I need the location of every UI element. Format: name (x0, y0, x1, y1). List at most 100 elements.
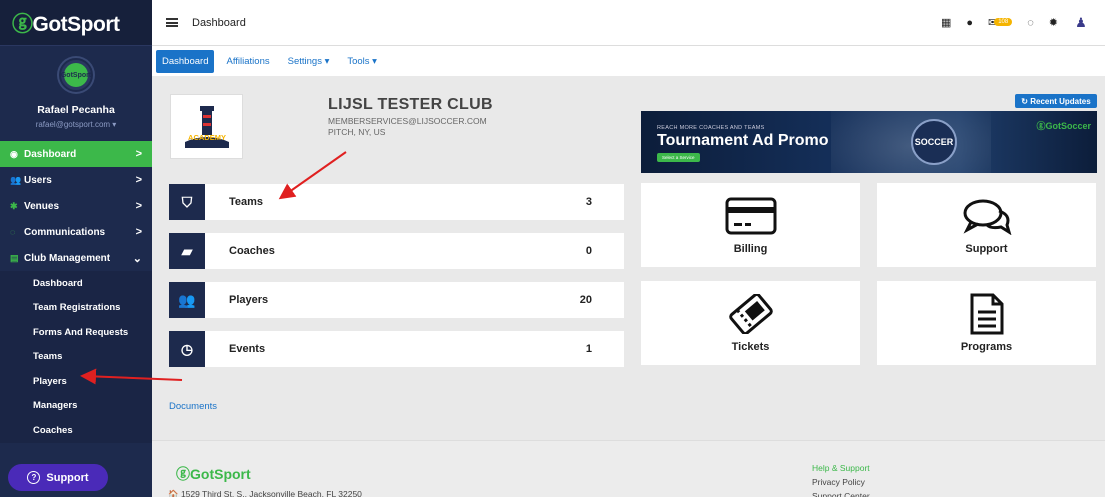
tab-settings[interactable]: Settings ▾ (282, 50, 336, 73)
avatar[interactable]: GotSport (59, 58, 93, 92)
tab-bar: Dashboard Affiliations Settings ▾ Tools … (152, 46, 1105, 76)
documents-link[interactable]: Documents (169, 401, 217, 412)
club-management-submenu: Dashboard Team Registrations Forms And R… (0, 271, 152, 443)
gotsport-logo[interactable]: ⓖGotSport (12, 8, 120, 38)
dashboard-icon: ◉ (10, 148, 18, 159)
lighthouse-logo-icon: ACADEMY (184, 105, 229, 148)
club-logo-text: ACADEMY (188, 133, 226, 142)
submenu-item-team-registrations[interactable]: Team Registrations (0, 296, 152, 321)
notebook-icon: ▰ (169, 233, 205, 269)
support-card[interactable]: Support (877, 183, 1096, 267)
footer-links: Help & Support Privacy Policy Support Ce… (812, 461, 870, 497)
ticket-icon (725, 291, 777, 337)
sidebar-item-label: Club Management (24, 252, 111, 264)
sidebar-item-users[interactable]: 👥 Users > (0, 167, 152, 193)
chevron-right-icon: > (135, 174, 142, 186)
submenu-item-forms-and-requests[interactable]: Forms And Requests (0, 320, 152, 345)
ad-select-service-button[interactable]: Select a Service (657, 153, 700, 162)
sidebar-item-communications[interactable]: ◌ Communications > (0, 219, 152, 245)
sidebar-nav: ◉ Dashboard > 👥 Users > ✱ Venues > ◌ Com… (0, 141, 152, 443)
card-label: Support (965, 243, 1008, 255)
mail-icon[interactable]: ✉108 (988, 16, 1013, 29)
sidebar-item-label: Communications (24, 226, 106, 238)
stat-label: Players (229, 294, 269, 306)
credit-card-icon (725, 193, 777, 239)
soccer-championship-badge: SOCCER (911, 119, 957, 165)
club-email: MEMBERSERVICES@LIJSOCCER.COM (328, 116, 487, 126)
submenu-item-dashboard[interactable]: Dashboard (0, 271, 152, 296)
ad-headline: Tournament Ad Promo (657, 132, 829, 149)
topbar: Dashboard ▦ ● ✉108 ◌ ✹ ♟ (152, 0, 1105, 46)
stat-value: 0 (585, 245, 592, 257)
avatar-label: GotSport (61, 63, 91, 87)
stat-row-coaches[interactable]: ▰ Coaches 0 (169, 233, 624, 269)
sidebar-item-venues[interactable]: ✱ Venues > (0, 193, 152, 219)
help-icon: ? (27, 471, 41, 484)
sidebar-item-label: Users (24, 174, 52, 186)
footer-address: 🏠 1529 Third St. S., Jacksonville Beach,… (168, 489, 362, 497)
tab-tools[interactable]: Tools ▾ (341, 50, 383, 73)
submenu-item-players[interactable]: Players (0, 369, 152, 394)
sidebar-item-label: Venues (24, 200, 60, 212)
submenu-item-managers[interactable]: Managers (0, 394, 152, 419)
programs-card[interactable]: Programs (877, 281, 1096, 365)
shield-icon: ⛉ (169, 184, 205, 220)
support-button[interactable]: ? Support (8, 464, 108, 491)
gotsoccer-brand: ⓖGotSoccer (1036, 121, 1091, 131)
stat-row-players[interactable]: 👥 Players 20 (169, 282, 624, 318)
tab-dashboard[interactable]: Dashboard (156, 49, 215, 73)
club-logo: ACADEMY (170, 94, 243, 159)
venues-icon: ✱ (10, 200, 18, 211)
support-button-label: Support (46, 471, 89, 484)
stat-label: Coaches (229, 245, 275, 257)
qr-code-icon[interactable]: ▦ (941, 16, 951, 29)
tab-affiliations[interactable]: Affiliations (220, 50, 275, 73)
logo-bar: ⓖGotSport (0, 0, 152, 46)
players-group-icon: 👥 (169, 282, 205, 318)
tournament-ad-banner[interactable]: REACH MORE COACHES AND TEAMS Tournament … (641, 111, 1097, 173)
topbar-icons: ▦ ● ✉108 ◌ ✹ ♟ (941, 15, 1089, 31)
chevron-right-icon: > (135, 200, 142, 212)
stat-row-events[interactable]: ◷ Events 1 (169, 331, 624, 367)
clock-icon: ◷ (169, 331, 205, 367)
sidebar-item-label: Dashboard (24, 148, 77, 160)
billing-card[interactable]: Billing (641, 183, 860, 267)
card-label: Billing (733, 243, 768, 255)
stat-value: 3 (585, 196, 592, 208)
chat-bubbles-icon (961, 193, 1013, 239)
help-support-link[interactable]: Help & Support (812, 461, 870, 475)
user-name: Rafael Pecanha (37, 104, 115, 116)
stat-label: Teams (229, 196, 264, 208)
stat-value: 20 (579, 294, 592, 306)
club-name: LIJSL TESTER CLUB (328, 96, 493, 113)
chevron-down-icon: ⌄ (132, 252, 142, 265)
chevron-right-icon: > (135, 226, 142, 238)
chat-icon[interactable]: ◌ (1027, 17, 1034, 29)
card-label: Tickets (731, 341, 770, 353)
logo-text: GotSport (32, 12, 120, 36)
stat-label: Events (229, 343, 266, 355)
recent-updates-button[interactable]: ↻ Recent Updates (1015, 94, 1097, 108)
stat-row-teams[interactable]: ⛉ Teams 3 (169, 184, 624, 220)
communications-icon: ◌ (10, 227, 16, 237)
sidebar-item-club-management[interactable]: ▤ Club Management ⌄ (0, 245, 152, 271)
footer-logo[interactable]: ⓖGotSport (176, 464, 251, 484)
gear-icon[interactable]: ✹ (1049, 16, 1058, 29)
profile-avatar-icon[interactable]: ♟ (1073, 15, 1089, 31)
privacy-policy-link[interactable]: Privacy Policy (812, 475, 870, 489)
tickets-card[interactable]: Tickets (641, 281, 860, 365)
page-title: Dashboard (192, 16, 246, 29)
document-icon (967, 291, 1007, 337)
submenu-item-coaches[interactable]: Coaches (0, 418, 152, 443)
submenu-item-teams[interactable]: Teams (0, 345, 152, 370)
sidebar-item-dashboard[interactable]: ◉ Dashboard > (0, 141, 152, 167)
hamburger-menu-icon[interactable] (166, 18, 178, 27)
club-management-icon: ▤ (10, 252, 19, 263)
card-label: Programs (960, 341, 1013, 353)
support-center-link[interactable]: Support Center (812, 489, 870, 497)
user-email-dropdown[interactable]: rafael@gotsport.com ▾ (0, 120, 152, 129)
footer: ⓖGotSport 🏠 1529 Third St. S., Jacksonvi… (152, 440, 1105, 497)
user-icon[interactable]: ● (966, 17, 973, 29)
club-location: PITCH, NY, US (328, 127, 386, 137)
chevron-right-icon: > (135, 148, 142, 160)
